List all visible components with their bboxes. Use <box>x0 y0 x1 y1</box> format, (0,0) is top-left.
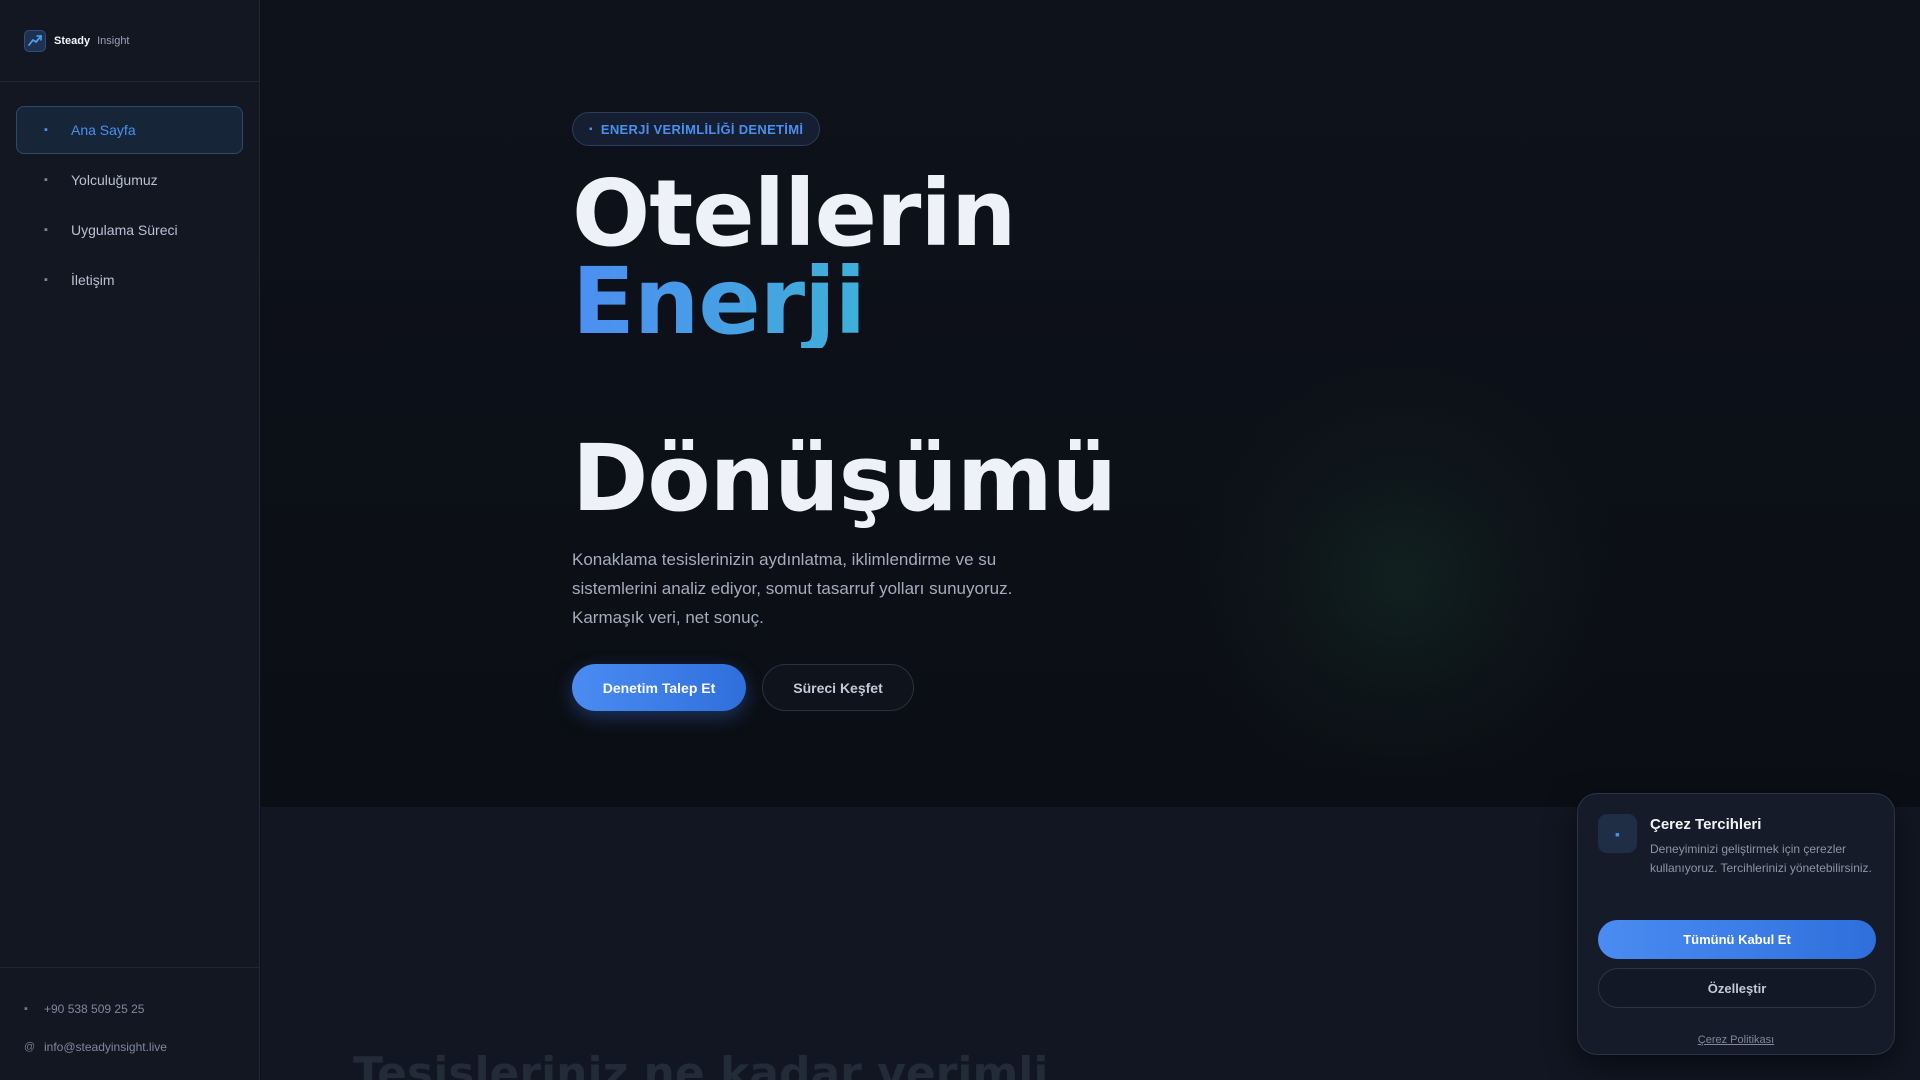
sidebar: Steady Insight ▪ Ana Sayfa ▪ Yolculuğumu… <box>0 0 260 1080</box>
brand-name: Steady <box>54 34 91 47</box>
process-icon: ▪ <box>44 224 48 236</box>
request-audit-button[interactable]: Denetim Talep Et <box>572 664 746 711</box>
hero-title-line-3: Dönüşümü <box>572 425 1117 532</box>
hero-badge-label: ENERJİ VERİMLİLİĞİ DENETİMİ <box>600 121 804 137</box>
explore-process-button[interactable]: Süreci Keşfet <box>762 664 914 711</box>
accept-all-button[interactable]: Tümünü Kabul Et <box>1598 920 1876 959</box>
email-link[interactable]: @ info@steadyinsight.live <box>24 1028 259 1066</box>
hero-title-line-1: Otellerin <box>572 160 1016 267</box>
phone-icon: ▪ <box>24 1003 28 1015</box>
sidebar-footer: ▪ +90 538 509 25 25 @ info@steadyinsight… <box>0 967 259 1080</box>
phone-link[interactable]: ▪ +90 538 509 25 25 <box>24 990 259 1028</box>
bolt-icon: ▪ <box>589 123 593 135</box>
cookie-policy-link[interactable]: Çerez Politikası <box>1578 1034 1894 1046</box>
brand-sub: Insight <box>97 34 130 47</box>
email-icon: @ <box>24 1041 36 1053</box>
sidebar-item-label: Uygulama Süreci <box>71 222 178 238</box>
email-text: info@steadyinsight.live <box>44 1040 167 1054</box>
sidebar-item-yolculugumuz[interactable]: ▪ Yolculuğumuz <box>16 156 243 204</box>
cookie-text: Deneyiminizi geliştirmek için çerezler k… <box>1650 842 1872 875</box>
phone-text: +90 538 509 25 25 <box>44 1002 145 1016</box>
sidebar-item-label: Yolculuğumuz <box>71 172 158 188</box>
cookie-title: Çerez Tercihleri <box>1650 816 1762 833</box>
hero-section: ▪ ENERJİ VERİMLİLİĞİ DENETİMİ Otellerin … <box>261 0 1920 807</box>
cookie-icon: ▪ <box>1598 814 1637 853</box>
cookie-dialog: ▪ Çerez Tercihleri Deneyiminizi geliştir… <box>1577 793 1895 1055</box>
contact-icon: ▪ <box>44 274 48 286</box>
next-section-heading: Tesisleriniz ne kadar verimli <box>353 1048 1049 1080</box>
chart-trend-icon <box>24 29 46 52</box>
customize-button[interactable]: Özelleştir <box>1598 968 1876 1008</box>
hero-badge: ▪ ENERJİ VERİMLİLİĞİ DENETİMİ <box>572 112 821 146</box>
sidebar-nav: ▪ Ana Sayfa ▪ Yolculuğumuz ▪ Uygulama Sü… <box>0 82 259 304</box>
brand[interactable]: Steady Insight <box>0 0 259 82</box>
hero-description: Konaklama tesislerinizin aydınlatma, ikl… <box>572 550 1013 627</box>
hero-title-line-2: Enerji <box>572 248 866 355</box>
home-icon: ▪ <box>44 124 48 136</box>
sidebar-item-ana-sayfa[interactable]: ▪ Ana Sayfa <box>16 106 243 154</box>
sidebar-item-uygulama-sureci[interactable]: ▪ Uygulama Süreci <box>16 206 243 254</box>
sidebar-item-label: İletişim <box>71 272 115 288</box>
sidebar-item-iletisim[interactable]: ▪ İletişim <box>16 256 243 304</box>
sidebar-item-label: Ana Sayfa <box>71 122 136 138</box>
route-icon: ▪ <box>44 174 48 186</box>
